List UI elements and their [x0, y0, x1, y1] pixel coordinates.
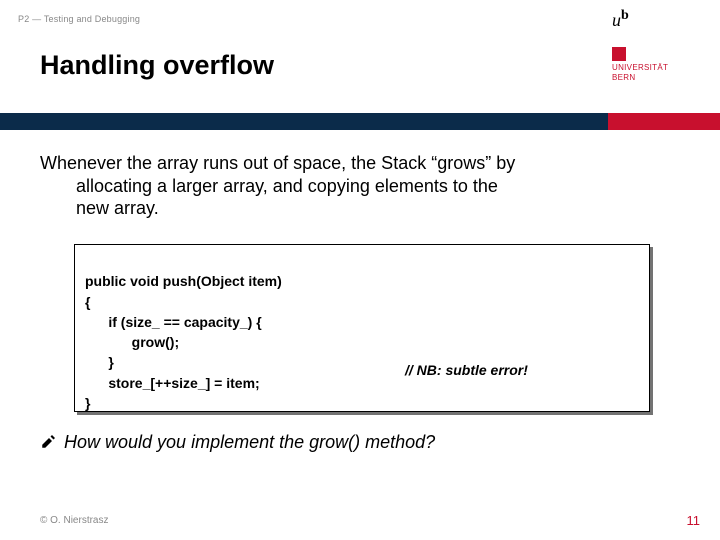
copyright: © O. Nierstrasz [40, 515, 109, 526]
logo-mark: ub [612, 10, 629, 30]
logo-red-square [612, 47, 626, 61]
code-snippet: public void push(Object item) { if (size… [74, 244, 650, 412]
code-comment: // NB: subtle error! [405, 360, 528, 380]
course-topic: P2 — Testing and Debugging [18, 14, 140, 24]
discussion-question: How would you implement the grow() metho… [40, 432, 680, 453]
divider-accent [608, 113, 720, 130]
page-number: 11 [687, 513, 701, 528]
question-rest: would you implement the grow() method? [100, 432, 435, 452]
code-line: public void push(Object item) [85, 273, 282, 289]
logo-text: UNIVERSITÄT BERN [612, 63, 702, 82]
university-logo: ub [612, 8, 702, 31]
para-line: Whenever the array runs out of space, th… [40, 153, 515, 173]
code-line: } [85, 395, 90, 411]
code-line: { [85, 294, 90, 310]
code-line: } [85, 354, 114, 370]
code-line: grow(); [85, 334, 179, 350]
para-line: new array. [76, 197, 680, 220]
code-line: store_[++size_] = item; [85, 375, 260, 391]
para-line: allocating a larger array, and copying e… [76, 175, 680, 198]
question-lead: How [64, 432, 100, 452]
code-line: if (size_ == capacity_) { [85, 314, 262, 330]
slide-title: Handling overflow [40, 50, 274, 81]
pencil-icon [40, 432, 58, 450]
body-paragraph: Whenever the array runs out of space, th… [40, 152, 680, 220]
